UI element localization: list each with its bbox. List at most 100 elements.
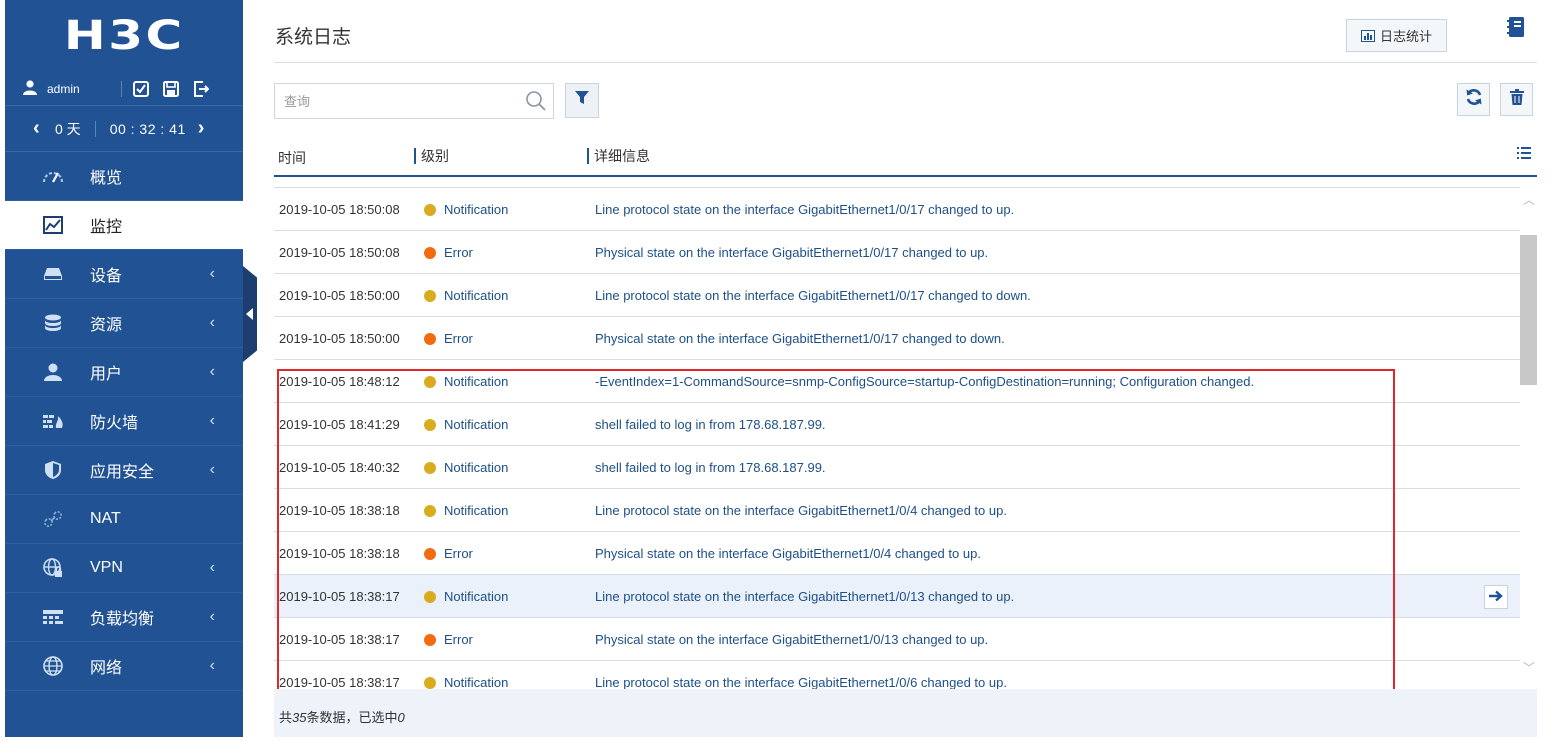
refresh-icon: [1465, 88, 1483, 111]
shield-icon: [41, 460, 65, 480]
sidebar-item-device[interactable]: 设备 ‹: [5, 250, 243, 299]
link-icon: [41, 509, 65, 529]
sidebar-item-monitor[interactable]: 监控: [5, 201, 243, 250]
cell-level: Notification: [444, 589, 509, 604]
table-row[interactable]: 2019-10-05 18:50:00 Notification Line prot…: [274, 274, 1520, 317]
table-row[interactable]: 2019-10-05 18:50:08 Notification Line prot…: [274, 188, 1520, 231]
cell-time: 2019-10-05 18:38:17: [279, 632, 400, 647]
username: admin: [47, 81, 80, 96]
table-row[interactable]: 2019-10-05 18:38:18 Error Physical state o…: [274, 532, 1520, 575]
cell-level: Notification: [444, 288, 509, 303]
sidebar-item-label: VPN: [90, 559, 123, 576]
notification-status-icon: [424, 376, 436, 388]
column-header-detail[interactable]: 详细信息: [587, 148, 650, 164]
cell-level: Notification: [444, 417, 509, 432]
table-scrollbar[interactable]: ︿ ﹀: [1520, 179, 1537, 689]
table-row[interactable]: 2019-10-05 18:48:12 Notification -EventInd…: [274, 360, 1520, 403]
search-box[interactable]: [274, 83, 554, 119]
filter-button[interactable]: [565, 83, 599, 118]
cell-time: 2019-10-05 18:38:18: [279, 546, 400, 561]
sidebar-item-label: 设备: [90, 268, 123, 285]
log-stats-button[interactable]: 日志统计: [1346, 19, 1447, 52]
firewall-icon: [41, 411, 65, 431]
log-table[interactable]: 2019-10-05 18:50:08 Notification Line prot…: [274, 179, 1520, 689]
sidebar-item-label: 应用安全: [90, 464, 155, 481]
sidebar-item-label: 防火墙: [90, 415, 139, 432]
table-row[interactable]: 2019-10-05 18:40:32 Notification shell fai…: [274, 446, 1520, 489]
chevron-up-icon[interactable]: ︿: [1523, 191, 1535, 208]
next-arrow-icon[interactable]: ›: [198, 117, 216, 140]
table-row[interactable]: 2019-10-05 18:38:17 Notification Line prot…: [274, 575, 1520, 618]
error-status-icon: [424, 634, 436, 646]
table-row[interactable]: 2019-10-05 18:38:17 Notification Line prot…: [274, 661, 1520, 689]
cell-level: Error: [444, 546, 473, 561]
chevron-down-icon[interactable]: ﹀: [1523, 659, 1535, 676]
divider: [94, 120, 96, 137]
column-settings-icon[interactable]: [1517, 146, 1531, 162]
table-row: [274, 179, 1520, 188]
load-balance-icon: [41, 607, 65, 627]
record-count: 共35条数据，已选中0: [279, 710, 405, 725]
delete-button[interactable]: [1500, 83, 1533, 116]
refresh-button[interactable]: [1457, 83, 1490, 116]
table-row[interactable]: 2019-10-05 18:38:17 Error Physical state o…: [274, 618, 1520, 661]
sidebar-item-overview[interactable]: 概览: [5, 152, 243, 201]
notification-status-icon: [424, 462, 436, 474]
table-row[interactable]: 2019-10-05 18:50:08 Error Physical state o…: [274, 231, 1520, 274]
globe-icon: [41, 656, 65, 676]
filter-icon: [575, 91, 589, 110]
sidebar-item-firewall[interactable]: 防火墙 ‹: [5, 397, 243, 446]
sidebar-item-nat[interactable]: NAT: [5, 495, 243, 544]
chevron-left-icon: ‹: [209, 265, 215, 282]
column-header-time[interactable]: 时间: [278, 148, 306, 168]
cell-level: Error: [444, 331, 473, 346]
error-status-icon: [424, 247, 436, 259]
sidebar-item-vpn[interactable]: VPN ‹: [5, 544, 243, 593]
uptime-days: 0 天: [55, 120, 81, 137]
notification-status-icon: [424, 290, 436, 302]
sidebar-item-app-security[interactable]: 应用安全 ‹: [5, 446, 243, 495]
cell-detail: Physical state on the interface GigabitE…: [595, 632, 989, 647]
cell-time: 2019-10-05 18:40:32: [279, 460, 400, 475]
row-detail-button[interactable]: [1484, 585, 1508, 609]
search-input[interactable]: [275, 84, 515, 118]
divider: [274, 62, 1537, 63]
uptime-bar: ‹ 0 天 00 : 32 : 41 ›: [5, 106, 243, 152]
chevron-left-icon: ‹: [209, 363, 215, 380]
sidebar-item-user[interactable]: 用户 ‹: [5, 348, 243, 397]
cell-detail: Line protocol state on the interface Gig…: [595, 589, 1015, 604]
sidebar-item-label: 网络: [90, 660, 123, 677]
table-row[interactable]: 2019-10-05 18:50:00 Error Physical state o…: [274, 317, 1520, 360]
brand-logo: H3C: [63, 13, 185, 59]
search-icon[interactable]: [525, 90, 547, 117]
database-icon: [41, 313, 65, 333]
sidebar-item-resource[interactable]: 资源 ‹: [5, 299, 243, 348]
error-status-icon: [424, 333, 436, 345]
caret-left-icon: [246, 308, 253, 320]
user-icon: [23, 79, 37, 98]
chevron-left-icon: ‹: [209, 559, 215, 576]
notification-status-icon: [424, 505, 436, 517]
cell-detail: Line protocol state on the interface Gig…: [595, 675, 1007, 689]
table-footer: 共35条数据，已选中0: [274, 689, 1537, 737]
notification-status-icon: [424, 419, 436, 431]
cell-time: 2019-10-05 18:50:08: [279, 245, 400, 260]
sidebar-collapse-toggle[interactable]: [243, 266, 257, 362]
save-icon[interactable]: [156, 79, 186, 99]
table-row[interactable]: 2019-10-05 18:41:29 Notification shell fai…: [274, 403, 1520, 446]
sidebar-item-network[interactable]: 网络 ‹: [5, 642, 243, 691]
sidebar-item-load-balance[interactable]: 负载均衡 ‹: [5, 593, 243, 642]
checklist-icon[interactable]: [126, 79, 156, 99]
column-header-level[interactable]: 级别: [414, 148, 449, 164]
cell-level: Notification: [444, 460, 509, 475]
table-row[interactable]: 2019-10-05 18:38:18 Notification Line prot…: [274, 489, 1520, 532]
logo: H3C: [5, 0, 243, 72]
cell-level: Notification: [444, 202, 509, 217]
prev-arrow-icon[interactable]: ‹: [33, 117, 51, 140]
logout-icon[interactable]: [186, 79, 216, 99]
cell-time: 2019-10-05 18:50:00: [279, 331, 400, 346]
cell-detail: Physical state on the interface GigabitE…: [595, 245, 989, 260]
scrollbar-thumb[interactable]: [1520, 235, 1537, 385]
cell-detail: Line protocol state on the interface Gig…: [595, 202, 1015, 217]
notebook-icon[interactable]: [1506, 16, 1526, 43]
